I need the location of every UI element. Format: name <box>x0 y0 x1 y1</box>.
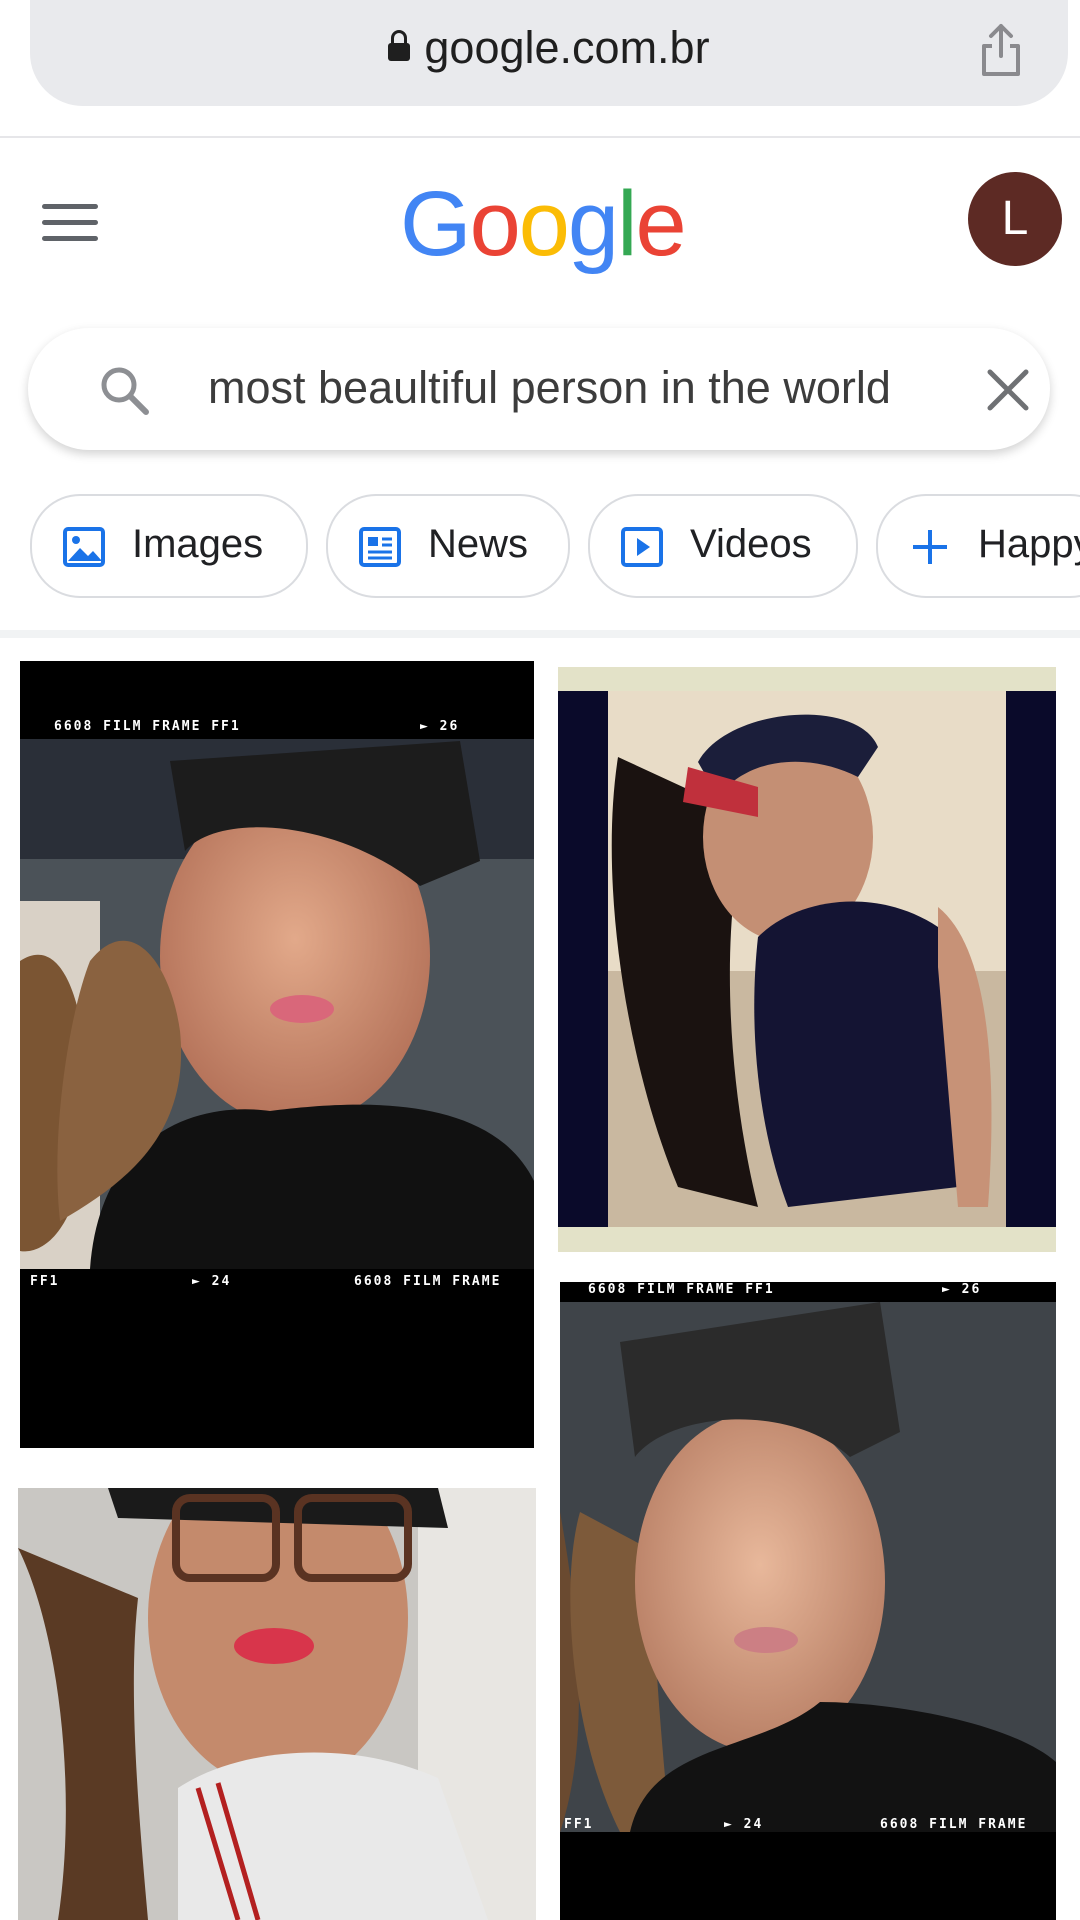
browser-toolbar: google.com.br <box>0 0 1080 138</box>
video-play-icon <box>621 527 663 567</box>
address-bar[interactable]: google.com.br <box>30 0 1068 106</box>
google-logo[interactable]: Google <box>400 172 687 277</box>
image-result-1-picture <box>20 739 534 1269</box>
film-label: ► 24 <box>192 1274 232 1289</box>
film-label: ► 24 <box>724 1817 764 1832</box>
plus-icon <box>913 530 947 564</box>
image-icon <box>63 527 105 567</box>
search-input[interactable]: most beaultiful person in the world <box>208 362 938 414</box>
chip-videos-label: Videos <box>690 522 812 566</box>
chip-happy[interactable]: Happy <box>876 494 1080 598</box>
chip-images[interactable]: Images <box>30 494 308 598</box>
url-text: google.com.br <box>424 22 710 73</box>
film-label: ► 26 <box>942 1282 982 1297</box>
search-icon[interactable] <box>98 364 150 416</box>
film-label: 6608 FILM FRAME FF1 <box>588 1282 775 1297</box>
account-avatar[interactable]: L <box>968 172 1062 266</box>
share-icon[interactable] <box>978 22 1024 78</box>
lock-icon <box>388 30 411 61</box>
search-filter-chips: Images News Videos Happy <box>0 490 1080 600</box>
section-divider <box>0 630 1080 638</box>
film-label: 6608 FILM FRAME <box>880 1817 1028 1832</box>
chip-happy-label: Happy <box>978 522 1080 566</box>
url-display[interactable]: google.com.br <box>30 22 1068 74</box>
chip-news-label: News <box>428 522 529 566</box>
film-label: FF1 <box>564 1817 594 1832</box>
image-result-2[interactable] <box>558 667 1056 1252</box>
image-result-4[interactable] <box>18 1488 536 1920</box>
chip-news[interactable]: News <box>326 494 570 598</box>
film-label: 6608 FILM FRAME FF1 <box>54 719 241 734</box>
film-label: 6608 FILM FRAME <box>354 1274 502 1289</box>
clear-search-icon[interactable] <box>986 368 1030 412</box>
chip-images-label: Images <box>132 522 264 566</box>
chip-videos[interactable]: Videos <box>588 494 858 598</box>
film-label: ► 26 <box>420 719 460 734</box>
image-result-1[interactable]: 6608 FILM FRAME FF1 ► 26 FF1 ► 24 6608 F… <box>20 661 534 1448</box>
image-result-2-picture <box>558 691 1056 1227</box>
hamburger-menu-icon[interactable] <box>42 204 98 246</box>
film-label: FF1 <box>30 1274 60 1289</box>
image-result-4-picture <box>18 1488 536 1920</box>
search-box[interactable]: most beaultiful person in the world <box>28 328 1050 450</box>
news-icon <box>359 527 401 567</box>
image-result-3[interactable]: 6608 FILM FRAME FF1 ► 26 FF1 ► 24 6608 F… <box>560 1282 1056 1920</box>
